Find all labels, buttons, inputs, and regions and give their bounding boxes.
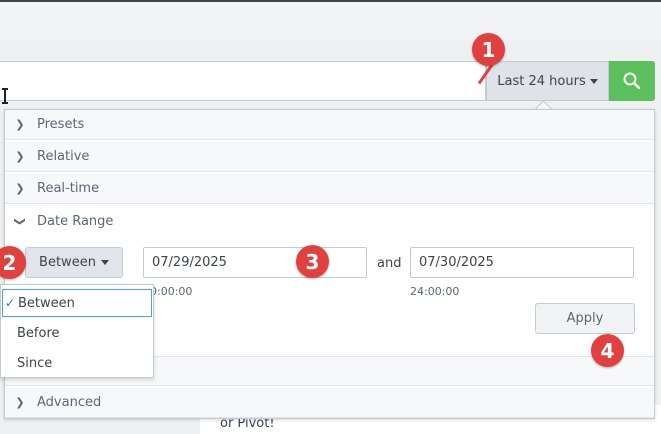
section-realtime[interactable]: ❯ Real-time — [5, 174, 654, 204]
section-date-range[interactable]: ❯ Date Range — [5, 206, 654, 236]
date-range-mode-label: Between — [39, 255, 96, 270]
menu-item-label: Before — [17, 325, 60, 341]
callout-badge-3: 3 — [296, 245, 329, 278]
apply-button[interactable]: Apply — [535, 303, 635, 334]
start-date-input[interactable] — [143, 247, 367, 278]
section-label: Date Range — [37, 213, 114, 229]
menu-item-label: Since — [17, 355, 53, 371]
section-label: Advanced — [37, 395, 102, 410]
section-label: Real-time — [37, 181, 100, 196]
end-date-input[interactable] — [410, 247, 634, 278]
checkmark-icon: ✓ — [5, 296, 16, 310]
callout-badge-4: 4 — [591, 334, 624, 367]
search-icon — [623, 72, 641, 90]
callout-badge-1: 1 — [472, 33, 505, 66]
end-time-label: 24:00:00 — [410, 285, 460, 298]
time-range-picker-button[interactable]: Last 24 hours — [486, 61, 609, 101]
chevron-down-icon: ❯ — [13, 216, 27, 226]
section-advanced[interactable]: ❯ Advanced — [5, 388, 654, 418]
date-range-mode-menu: ✓ Between Before Since — [0, 284, 154, 378]
chevron-right-icon: ❯ — [15, 182, 25, 195]
text-cursor-icon — [2, 88, 8, 104]
menu-item-since[interactable]: Since — [1, 349, 153, 377]
menu-item-before[interactable]: Before — [1, 319, 153, 347]
chevron-right-icon: ❯ — [15, 396, 25, 409]
chevron-right-icon: ❯ — [15, 118, 25, 131]
menu-item-between[interactable]: ✓ Between — [2, 289, 152, 317]
date-range-mode-dropdown[interactable]: Between — [25, 247, 123, 278]
and-label: and — [377, 256, 402, 271]
time-range-label: Last 24 hours — [497, 73, 586, 89]
section-label: Presets — [37, 117, 85, 132]
search-button[interactable] — [609, 61, 655, 101]
caret-down-icon — [100, 260, 109, 265]
caret-down-icon — [589, 78, 598, 84]
section-label: Relative — [37, 149, 90, 164]
section-relative[interactable]: ❯ Relative — [5, 142, 654, 172]
chevron-right-icon: ❯ — [15, 150, 25, 163]
menu-item-label: Between — [18, 295, 75, 311]
search-input[interactable] — [0, 61, 486, 101]
top-border — [0, 0, 661, 2]
section-presets[interactable]: ❯ Presets — [5, 110, 654, 140]
